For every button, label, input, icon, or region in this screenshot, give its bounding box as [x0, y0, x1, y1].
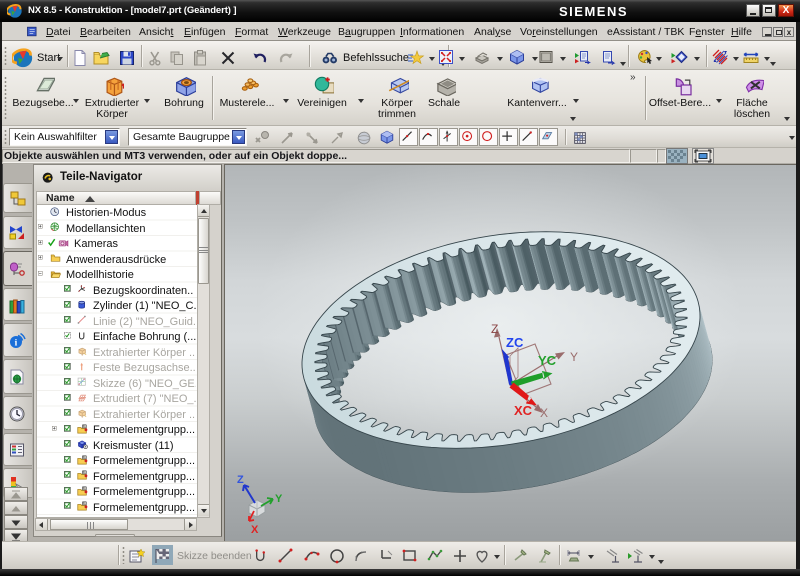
- svg-text:ZC: ZC: [506, 335, 524, 350]
- svg-text:X: X: [540, 406, 548, 420]
- svg-text:YC: YC: [538, 353, 557, 368]
- svg-text:Y: Y: [570, 350, 578, 364]
- svg-text:Z: Z: [237, 474, 244, 486]
- svg-text:Z: Z: [491, 322, 498, 336]
- svg-text:Y: Y: [275, 493, 283, 505]
- svg-text:i: i: [15, 339, 18, 349]
- svg-text:X: X: [251, 524, 259, 536]
- svg-text:XC: XC: [514, 403, 533, 418]
